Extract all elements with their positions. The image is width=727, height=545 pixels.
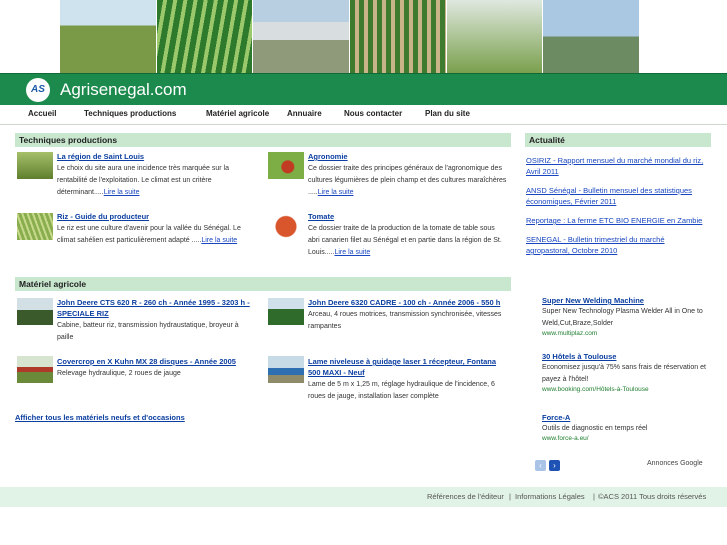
banner-photo-greenhouse [253,0,351,73]
chevron-left-icon[interactable]: ‹ [535,460,546,471]
banner-photo-tractor [60,0,157,73]
news-link[interactable]: SENEGAL - Bulletin trimestriel du marché… [526,234,706,256]
item-title-link[interactable]: Riz - Guide du producteur [57,212,149,221]
list-item: Covercrop en X Kuhn MX 28 disques - Anné… [57,356,255,380]
chevron-right-icon[interactable]: › [549,460,560,471]
news-link[interactable]: Reportage : La ferme ETC BIO ENERGIE en … [526,215,706,226]
item-title-link[interactable]: John Deere CTS 620 R - 260 ch - Année 19… [57,298,250,318]
section-heading-techniques: Techniques productions [15,133,511,147]
thumb-tomate[interactable] [268,213,304,240]
nav-plan-du-site[interactable]: Plan du site [425,109,470,118]
site-footer: Références de l'éditeur | Informations L… [0,487,727,507]
item-title-link[interactable]: Covercrop en X Kuhn MX 28 disques - Anné… [57,357,236,366]
section-heading-materiel: Matériel agricole [15,277,511,291]
footer-link-editeur[interactable]: Références de l'éditeur [427,492,504,501]
ad-item: Force-A Outils de diagnostic en temps ré… [542,413,707,442]
news-list: OSIRIZ - Rapport mensuel du marché mondi… [526,155,706,256]
site-title[interactable]: Agrisenegal.com [60,80,187,100]
list-item: Lame niveleuse à guidage laser 1 récepte… [308,356,508,403]
site-header: AS Agrisenegal.com [0,73,727,105]
list-item: La région de Saint Louis Le choix du sit… [57,152,255,199]
read-more-link[interactable]: Lire la suite [104,189,140,196]
read-more-link[interactable]: Lire la suite [334,249,370,256]
ads-label-text: Annonces Google [647,460,703,467]
all-equipment-link[interactable]: Afficher tous les matériels neufs et d'o… [15,413,185,422]
item-title-link[interactable]: Lame niveleuse à guidage laser 1 récepte… [308,357,496,377]
main-nav: Accueil Techniques productions Matériel … [0,105,727,125]
nav-techniques-productions[interactable]: Techniques productions [84,109,176,118]
footer-separator: | [509,492,511,501]
read-more-link[interactable]: Lire la suite [201,237,237,244]
list-item: John Deere CTS 620 R - 260 ch - Année 19… [57,297,255,344]
thumb-saint-louis[interactable] [17,152,53,179]
ad-item: 30 Hôtels à Toulouse Economisez jusqu'à … [542,352,707,393]
list-item: John Deere 6320 CADRE - 100 ch - Année 2… [308,297,508,333]
thumb-lame-niveleuse[interactable] [268,356,304,383]
header-banner [60,0,641,73]
thumb-john-deere-cts[interactable] [17,298,53,325]
banner-photo-building [543,0,641,73]
nav-materiel-agricole[interactable]: Matériel agricole [206,109,269,118]
ad-item: Super New Welding Machine Super New Tech… [542,296,707,337]
site-logo[interactable]: AS [26,78,50,102]
ad-url[interactable]: www.force-a.eu/ [542,435,707,442]
banner-photo-field [156,0,254,73]
item-title-link[interactable]: John Deere 6320 CADRE - 100 ch - Année 2… [308,298,500,307]
ad-text: Outils de diagnostic en temps réel [542,425,648,432]
news-link[interactable]: OSIRIZ - Rapport mensuel du marché mondi… [526,155,706,177]
ad-text: Super New Technology Plasma Welder All i… [542,308,703,327]
item-text: Le choix du site aura une incidence très… [57,165,229,196]
list-item: Tomate Ce dossier traite de la productio… [308,212,508,259]
thumb-john-deere-6320[interactable] [268,298,304,325]
ad-title-link[interactable]: Force-A [542,413,570,422]
footer-separator: | [593,492,595,501]
ad-url[interactable]: www.multiplaz.com [542,330,707,337]
footer-link-legal[interactable]: Informations Légales [515,492,585,501]
item-title-link[interactable]: Tomate [308,212,334,221]
item-text: Lame de 5 m x 1,25 m, réglage hydrauliqu… [308,381,495,400]
ad-text: Economisez jusqu'à 75% sans frais de rés… [542,364,706,383]
thumb-riz[interactable] [17,213,53,240]
ad-url[interactable]: www.booking.com/Hôtels-à-Toulouse [542,386,707,393]
banner-photo-plants [446,0,544,73]
item-text: Arceau, 4 roues motrices, transmission s… [308,311,502,330]
footer-copyright: ©ACS 2011 Tous droits réservés [598,492,707,501]
nav-accueil[interactable]: Accueil [28,109,56,118]
item-title-link[interactable]: La région de Saint Louis [57,152,144,161]
ad-title-link[interactable]: Super New Welding Machine [542,296,644,305]
item-title-link[interactable]: Agronomie [308,152,348,161]
nav-nous-contacter[interactable]: Nous contacter [344,109,402,118]
news-link[interactable]: ANSD Sénégal - Bulletin mensuel des stat… [526,185,706,207]
section-heading-actualite: Actualité [525,133,711,147]
read-more-link[interactable]: Lire la suite [318,189,354,196]
list-item: Riz - Guide du producteur Le riz est une… [57,212,255,247]
list-item: Agronomie Ce dossier traite des principe… [308,152,508,199]
banner-photo-crops [350,0,447,73]
thumb-covercrop[interactable] [17,356,53,383]
item-text: Cabine, batteur riz, transmission hydrau… [57,322,239,341]
item-text: Relevage hydraulique, 2 roues de jauge [57,370,181,377]
ads-label[interactable]: Annonces Google [647,460,703,467]
nav-annuaire[interactable]: Annuaire [287,109,322,118]
ad-title-link[interactable]: 30 Hôtels à Toulouse [542,352,616,361]
